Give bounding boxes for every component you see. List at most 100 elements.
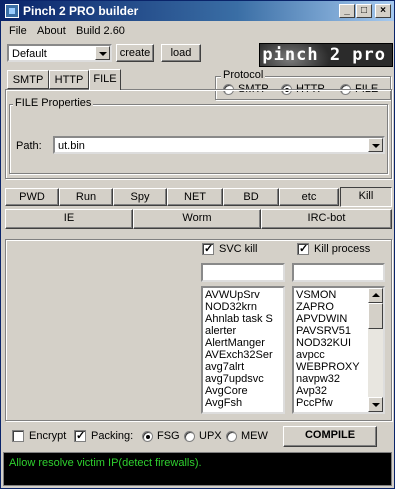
- load-button-label: load: [170, 47, 192, 59]
- create-button-label: create: [119, 47, 151, 59]
- maximize-button[interactable]: □: [356, 4, 372, 18]
- list-item[interactable]: Avp32: [296, 385, 360, 397]
- svc-kill-label: SVC kill: [219, 243, 258, 255]
- kill-process-label: Kill process: [314, 243, 371, 255]
- services-list[interactable]: AVWUpSrv NOD32krn Ahnlab task S alerter …: [201, 286, 285, 414]
- path-label: Path:: [16, 140, 42, 152]
- list-item[interactable]: AVExch32Ser: [205, 349, 273, 361]
- path-field-value: ut.bin: [58, 140, 85, 152]
- status-panel: Allow resolve victim IP(detect firewalls…: [3, 452, 392, 486]
- tab-smtp-label: SMTP: [12, 74, 44, 86]
- kill-process-checkbox[interactable]: [297, 242, 309, 255]
- list-item[interactable]: avpcc: [296, 349, 360, 361]
- status-text: Allow resolve victim IP(detect firewalls…: [9, 457, 202, 469]
- list-item[interactable]: WEBPROXY: [296, 361, 360, 373]
- processes-scrollbar[interactable]: [368, 288, 383, 412]
- tab-bd[interactable]: BD: [223, 188, 279, 206]
- chevron-down-icon[interactable]: [95, 46, 110, 60]
- load-button[interactable]: load: [161, 44, 201, 62]
- tab-bd-label: BD: [243, 191, 259, 203]
- list-item[interactable]: AlertManger: [205, 337, 273, 349]
- title-bar[interactable]: Pinch 2 PRO builder _ □ ×: [1, 1, 394, 21]
- tab-etc-label: etc: [301, 191, 317, 203]
- list-item[interactable]: alerter: [205, 325, 273, 337]
- svc-kill-checkbox[interactable]: [202, 242, 214, 255]
- menu-about[interactable]: About: [37, 25, 66, 37]
- profile-select[interactable]: Default: [7, 44, 112, 62]
- packer-fsg-radio[interactable]: [142, 431, 153, 442]
- protocol-legend: Protocol: [221, 69, 266, 81]
- packer-mew-radio[interactable]: [226, 431, 237, 442]
- tab-net[interactable]: NET: [167, 188, 223, 206]
- tab-pwd[interactable]: PWD: [5, 188, 59, 206]
- tab-kill-label: Kill: [358, 190, 374, 202]
- services-list-items: AVWUpSrv NOD32krn Ahnlab task S alerter …: [205, 289, 273, 409]
- process-filter-input[interactable]: [292, 263, 385, 282]
- tab-smtp[interactable]: SMTP: [7, 70, 49, 89]
- path-field[interactable]: ut.bin: [53, 136, 385, 154]
- tab-worm-label: Worm: [182, 212, 212, 224]
- tab-http[interactable]: HTTP: [49, 70, 89, 89]
- list-item[interactable]: AvgFsh: [205, 397, 273, 409]
- list-item[interactable]: PAVSRV51: [296, 325, 360, 337]
- minimize-button[interactable]: _: [339, 4, 355, 18]
- list-item[interactable]: navpw32: [296, 373, 360, 385]
- builder-window: Pinch 2 PRO builder _ □ × File About Bui…: [0, 0, 395, 489]
- list-item[interactable]: PccPfw: [296, 397, 360, 409]
- tab-file[interactable]: FILE: [89, 69, 121, 90]
- list-item[interactable]: NOD32krn: [205, 301, 273, 313]
- list-item[interactable]: AvgCore: [205, 385, 273, 397]
- scroll-up-icon[interactable]: [368, 288, 383, 303]
- scroll-thumb[interactable]: [368, 303, 383, 329]
- packer-upx-radio[interactable]: [184, 431, 195, 442]
- tab-net-label: NET: [184, 191, 206, 203]
- tab-worm[interactable]: Worm: [133, 209, 261, 229]
- tab-kill[interactable]: Kill: [340, 187, 392, 207]
- compile-button-label: COMPILE: [304, 429, 356, 441]
- list-item[interactable]: VSMON: [296, 289, 360, 301]
- tab-spy-label: Spy: [130, 191, 150, 203]
- menu-file[interactable]: File: [9, 25, 27, 37]
- encrypt-label: Encrypt: [29, 430, 67, 442]
- list-item[interactable]: Ahnlab task S: [205, 313, 273, 325]
- list-item[interactable]: ZAPRO: [296, 301, 360, 313]
- app-icon: [5, 4, 19, 18]
- tab-run[interactable]: Run: [59, 188, 113, 206]
- tab-irc-bot[interactable]: IRC-bot: [261, 209, 392, 229]
- packing-label: Packing:: [91, 430, 134, 442]
- list-item[interactable]: AVWUpSrv: [205, 289, 273, 301]
- tab-http-label: HTTP: [54, 74, 84, 86]
- packing-checkbox[interactable]: [74, 429, 86, 442]
- encrypt-checkbox[interactable]: [12, 430, 24, 442]
- processes-list[interactable]: VSMON ZAPRO APVDWIN PAVSRV51 NOD32KUI av…: [292, 286, 385, 414]
- tab-irc-bot-label: IRC-bot: [307, 212, 346, 224]
- list-item[interactable]: avg7updsvc: [205, 373, 273, 385]
- packer-upx-label: UPX: [199, 430, 222, 442]
- tab-pwd-label: PWD: [19, 191, 45, 203]
- scroll-down-icon[interactable]: [368, 397, 383, 412]
- tab-spy[interactable]: Spy: [113, 188, 167, 206]
- list-item[interactable]: APVDWIN: [296, 313, 360, 325]
- window-title: Pinch 2 PRO builder: [23, 4, 139, 18]
- brand-banner: pinch 2 pro: [259, 43, 393, 67]
- list-item[interactable]: NOD32KUI: [296, 337, 360, 349]
- create-button[interactable]: create: [116, 44, 154, 62]
- chevron-down-icon[interactable]: [368, 138, 383, 152]
- compile-button[interactable]: COMPILE: [283, 426, 377, 447]
- tab-file-label: FILE: [93, 73, 117, 85]
- processes-list-items: VSMON ZAPRO APVDWIN PAVSRV51 NOD32KUI av…: [296, 289, 360, 409]
- tab-ie-label: IE: [63, 212, 75, 224]
- tab-ie[interactable]: IE: [5, 209, 133, 229]
- tab-etc[interactable]: etc: [279, 188, 339, 206]
- tab-run-label: Run: [75, 191, 97, 203]
- packer-mew-label: MEW: [241, 430, 268, 442]
- menu-build[interactable]: Build 2.60: [76, 25, 125, 37]
- close-button[interactable]: ×: [375, 4, 391, 18]
- profile-select-value: Default: [12, 48, 47, 60]
- file-properties-legend: FILE Properties: [13, 97, 94, 109]
- packer-fsg-label: FSG: [157, 430, 180, 442]
- svc-filter-input[interactable]: [201, 263, 285, 282]
- list-item[interactable]: avg7alrt: [205, 361, 273, 373]
- brand-banner-text: pinch 2 pro: [262, 45, 386, 65]
- menu-bar: File About Build 2.60: [1, 22, 394, 40]
